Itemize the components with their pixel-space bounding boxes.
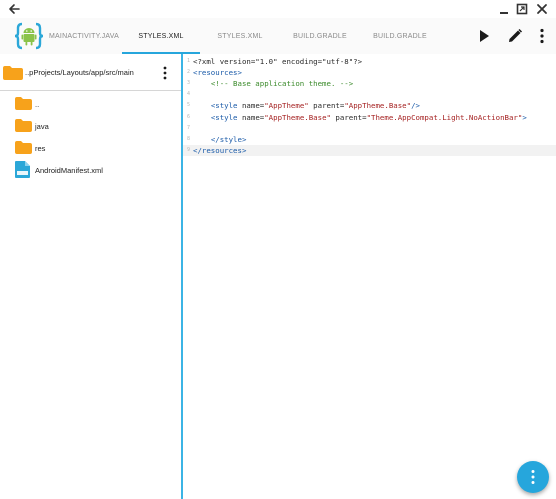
tab-label: MAINACTIVITY.JAVA: [49, 32, 119, 40]
code-text: </style>: [193, 134, 247, 145]
code-token-attr: name=: [241, 112, 265, 122]
code-token-tag: <style: [210, 112, 242, 122]
code-token-tag: />: [411, 101, 420, 111]
list-item-parent-folder[interactable]: ..: [0, 94, 181, 116]
more-vertical-icon[interactable]: [533, 27, 551, 45]
list-item-label: java: [35, 122, 49, 131]
tab-label: BUILD.GRADLE: [293, 32, 347, 40]
list-item-androidmanifest[interactable]: AndroidManifest.xml: [0, 160, 181, 182]
code-text: <!-- Base application theme. -->: [193, 78, 353, 89]
file-explorer: ..pProjects/Layouts/app/src/main .. java…: [0, 54, 183, 499]
folder-icon: [15, 141, 32, 154]
line-number: 2: [186, 69, 190, 76]
folder-icon: [15, 97, 32, 110]
floating-action-button[interactable]: [517, 461, 549, 493]
line-number: 8: [186, 135, 190, 142]
code-text: <?xml version="1.0" encoding="utf-8"?>: [193, 56, 362, 67]
current-path: ..pProjects/Layouts/app/src/main: [25, 68, 134, 77]
title-bar: [0, 0, 556, 18]
line-number: 3: [186, 80, 190, 87]
minimize-icon[interactable]: [497, 2, 511, 16]
code-line[interactable]: 2 <resources>: [183, 67, 556, 78]
code-token-str: "Theme.AppCompat.Light.NoActionBar": [366, 112, 523, 122]
tab-build-gradle-2[interactable]: BUILD.GRADLE: [360, 18, 440, 54]
code-token-str: "AppTheme.Base": [344, 101, 412, 111]
code-line[interactable]: 1 <?xml version="1.0" encoding="utf-8"?>: [183, 56, 556, 67]
tab-label: STYLES.XML: [217, 32, 263, 40]
folder-icon: [15, 119, 32, 132]
line-number: 1: [186, 58, 190, 64]
tab-label: BUILD.GRADLE: [373, 32, 427, 40]
list-item-label: res: [35, 144, 46, 153]
code-text: <style name="AppTheme" parent="AppTheme.…: [193, 100, 420, 111]
code-token-tag: </style>: [210, 134, 247, 144]
code-token-tag: <resources>: [193, 68, 242, 78]
code-line[interactable]: 3 <!-- Base application theme. -->: [183, 78, 556, 89]
tab-styles-xml[interactable]: STYLES.XML: [200, 18, 280, 54]
folder-icon: [3, 66, 23, 80]
tab-styles-xml-active[interactable]: STYLES.XML: [122, 18, 200, 54]
code-line[interactable]: 9 </resources>: [183, 144, 556, 156]
code-text: <style name="AppTheme.Base" parent="Them…: [193, 112, 527, 123]
list-item-java[interactable]: java: [0, 116, 181, 138]
line-number: 6: [186, 113, 190, 120]
code-token-tag: >: [522, 112, 527, 122]
code-line[interactable]: 7: [183, 123, 556, 134]
xml-file-icon: [15, 161, 30, 178]
play-icon[interactable]: [475, 27, 493, 45]
list-item-label: AndroidManifest.xml: [35, 166, 103, 175]
line-number: 5: [186, 102, 190, 109]
close-icon[interactable]: [535, 2, 549, 16]
line-number: 9: [186, 146, 190, 153]
code-text: <resources>: [193, 67, 242, 78]
code-editor[interactable]: 1 <?xml version="1.0" encoding="utf-8"?> 2…: [183, 54, 556, 499]
code-token-attr: parent=: [330, 112, 367, 122]
line-number: 7: [186, 124, 190, 131]
pencil-icon[interactable]: [506, 27, 524, 45]
code-token-attr: name=: [241, 101, 265, 111]
code-token-tag: <style: [210, 101, 242, 111]
code-token-tag: </resources>: [193, 145, 247, 155]
code-line[interactable]: 4: [183, 89, 556, 100]
android-braces-logo-icon: [14, 22, 44, 50]
list-item-label: ..: [35, 100, 40, 109]
code-line[interactable]: 6 <style name="AppTheme.Base" parent="Th…: [183, 112, 556, 123]
line-number: 4: [186, 91, 190, 98]
list-item-res[interactable]: res: [0, 138, 181, 160]
editor-toolbar: MAINACTIVITY.JAVA STYLES.XML STYLES.XML …: [0, 18, 556, 54]
explorer-more-icon[interactable]: [160, 65, 170, 81]
code-token-plain: <?xml version="1.0" encoding="utf-8"?>: [193, 57, 363, 66]
code-token-com: <!-- Base application theme. -->: [210, 79, 354, 89]
maximize-icon[interactable]: [515, 2, 529, 16]
code-token-str: "AppTheme.Base": [264, 112, 331, 122]
current-path-bar: ..pProjects/Layouts/app/src/main: [0, 54, 181, 91]
code-text: </resources>: [193, 145, 246, 156]
tab-build-gradle[interactable]: BUILD.GRADLE: [280, 18, 360, 54]
code-token-str: "AppTheme": [264, 101, 309, 111]
arrow-back-icon[interactable]: [6, 1, 22, 17]
code-line[interactable]: 5 <style name="AppTheme" parent="AppThem…: [183, 100, 556, 111]
tab-label: STYLES.XML: [138, 32, 184, 40]
more-vertical-icon: [531, 470, 535, 484]
code-line[interactable]: 8 </style>: [183, 134, 556, 145]
tab-mainactivity-java[interactable]: MAINACTIVITY.JAVA: [46, 18, 122, 54]
code-token-attr: parent=: [308, 101, 345, 111]
